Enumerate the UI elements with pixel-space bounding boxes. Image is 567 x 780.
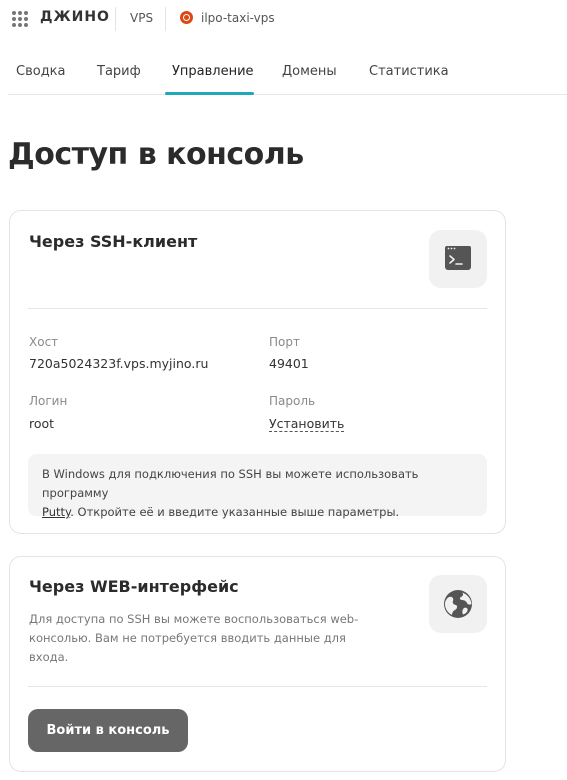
web-console-card: Через WEB-интерфейс Для доступа по SSH в…: [9, 556, 506, 772]
login-label: Логин: [29, 394, 68, 408]
ssh-card-title: Через SSH-клиент: [29, 232, 198, 251]
divider: [115, 7, 116, 31]
top-bar: ДЖИНО VPS ilpo-taxi-vps: [0, 0, 567, 38]
globe-icon: [429, 575, 487, 633]
server-name[interactable]: ilpo-taxi-vps: [201, 11, 275, 25]
web-description: Для доступа по SSH вы можете воспользова…: [29, 612, 359, 664]
putty-hint: В Windows для подключения по SSH вы може…: [28, 454, 487, 519]
host-label: Хост: [29, 335, 59, 349]
hint-text-rest: . Откройте её и введите указанные выше п…: [70, 505, 400, 519]
tab-tariff[interactable]: Тариф: [97, 64, 141, 79]
password-label: Пароль: [269, 394, 316, 408]
ssh-client-card: Через SSH-клиент Хост 720a5024323f.vps.m…: [9, 210, 506, 534]
page-title: Доступ в консоль: [8, 137, 304, 172]
divider: [28, 686, 487, 687]
putty-link[interactable]: Putty: [42, 505, 70, 519]
port-label: Порт: [269, 335, 300, 349]
apps-grid-icon[interactable]: [12, 11, 28, 27]
service-link[interactable]: VPS: [130, 11, 153, 25]
port-value: 49401: [269, 356, 309, 371]
tab-summary[interactable]: Сводка: [16, 64, 66, 79]
web-card-title: Через WEB-интерфейс: [29, 577, 239, 596]
open-console-button[interactable]: Войти в консоль: [28, 709, 188, 752]
set-password-link[interactable]: Установить: [269, 416, 345, 432]
ubuntu-icon: [180, 11, 193, 24]
tab-bar: Сводка Тариф Управление Домены Статистик…: [8, 55, 567, 95]
host-value: 720a5024323f.vps.myjino.ru: [29, 356, 209, 371]
terminal-icon: [429, 230, 487, 288]
hint-text: В Windows для подключения по SSH вы може…: [42, 467, 419, 500]
tab-domains[interactable]: Домены: [282, 64, 337, 79]
active-tab-indicator: [165, 92, 254, 95]
divider: [28, 308, 487, 309]
logo[interactable]: ДЖИНО: [40, 9, 110, 25]
tab-statistics[interactable]: Статистика: [369, 64, 449, 79]
login-value: root: [29, 416, 55, 431]
tab-management[interactable]: Управление: [172, 64, 254, 79]
divider: [165, 7, 166, 31]
